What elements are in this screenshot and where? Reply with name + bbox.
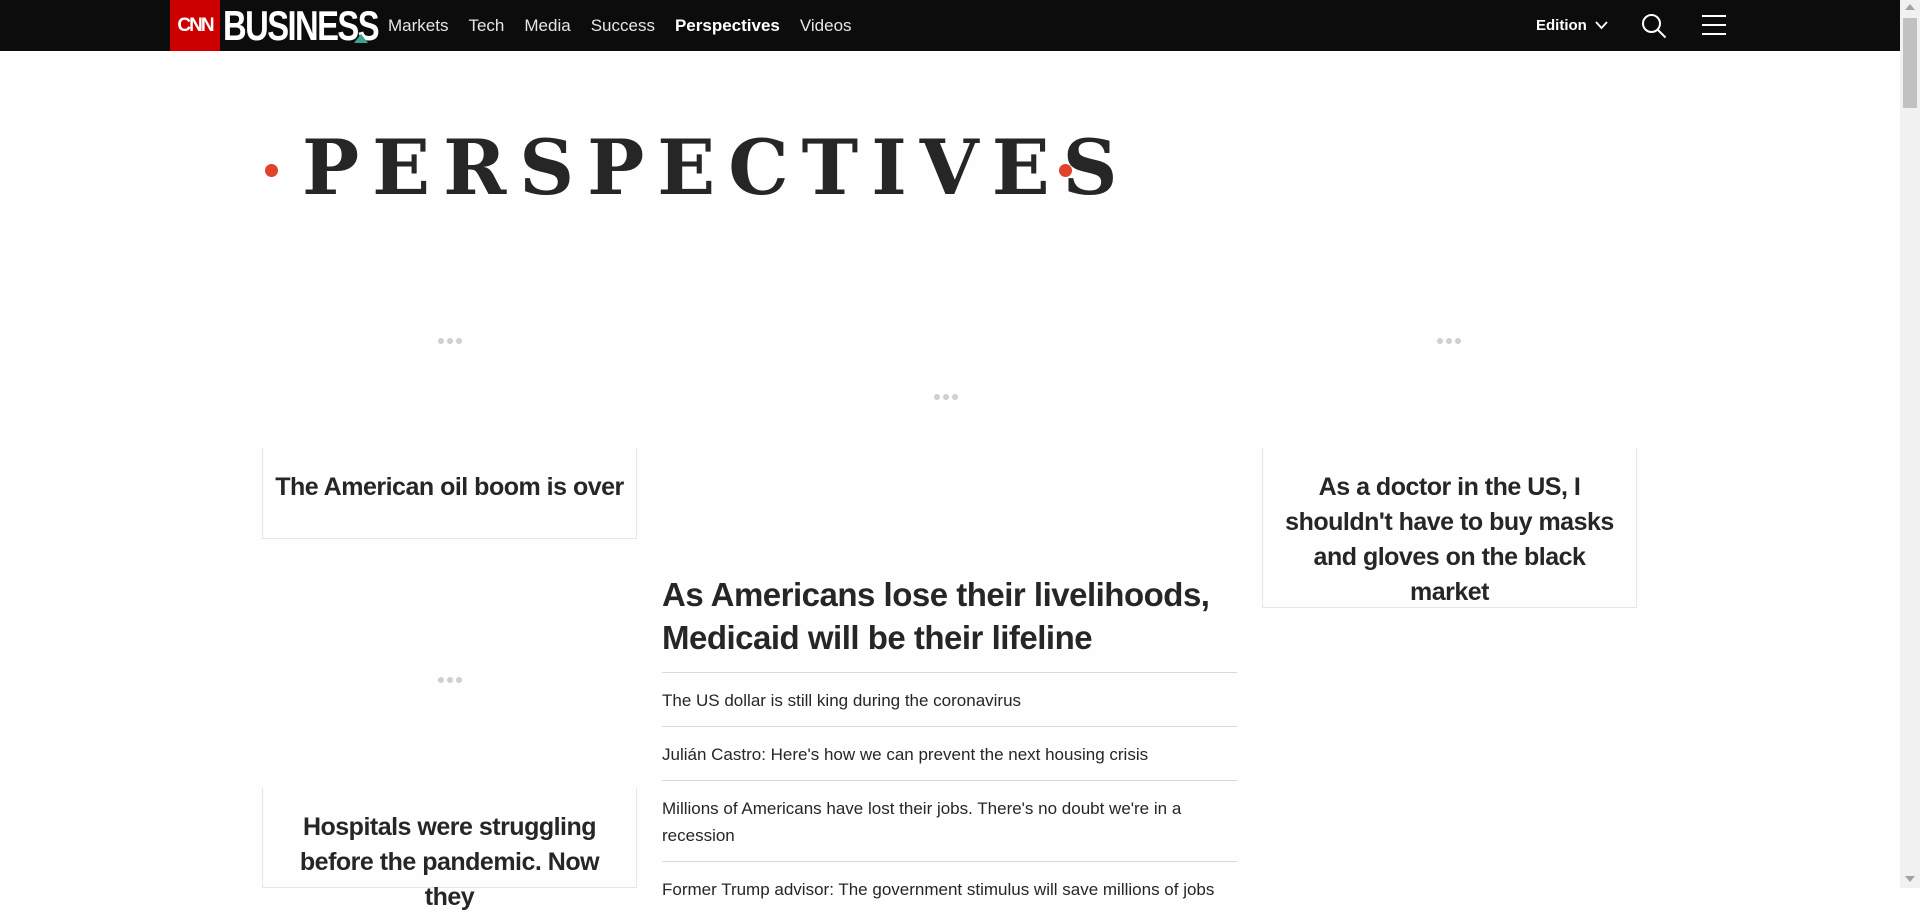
scrollbar-thumb[interactable]: [1903, 18, 1917, 108]
related-story-link[interactable]: Millions of Americans have lost their jo…: [662, 780, 1237, 861]
story-card-hospitals[interactable]: Hospitals were struggling before the pan…: [262, 788, 637, 911]
edition-label: Edition: [1536, 17, 1587, 34]
nav-videos[interactable]: Videos: [800, 16, 852, 36]
scroll-down-arrow-icon[interactable]: [1905, 876, 1915, 882]
main-headline[interactable]: As Americans lose their livelihoods, Med…: [662, 573, 1222, 659]
nav-success[interactable]: Success: [591, 16, 655, 36]
nav-perspectives[interactable]: Perspectives: [675, 16, 780, 36]
story-card-oil-boom[interactable]: The American oil boom is over: [262, 448, 637, 539]
story-title[interactable]: The American oil boom is over: [263, 470, 636, 505]
story-title[interactable]: Hospitals were struggling before the pan…: [275, 810, 624, 915]
cnn-logo[interactable]: CNN: [170, 0, 220, 51]
business-logo[interactable]: BUSINESS: [223, 0, 380, 51]
nav-media[interactable]: Media: [524, 16, 570, 36]
story-title[interactable]: As a doctor in the US, I shouldn't have …: [1275, 470, 1624, 610]
related-stories-list: The US dollar is still king during the c…: [662, 672, 1237, 915]
section-nav: Markets Tech Media Success Perspectives …: [388, 0, 872, 51]
hamburger-menu-icon[interactable]: [1702, 14, 1726, 36]
page-title: PERSPECTIVES: [302, 123, 1131, 212]
related-story-link[interactable]: Former Trump advisor: The government sti…: [662, 861, 1237, 915]
nav-tech[interactable]: Tech: [468, 16, 504, 36]
scroll-up-arrow-icon[interactable]: [1905, 4, 1915, 10]
nav-markets[interactable]: Markets: [388, 16, 448, 36]
search-icon[interactable]: [1641, 13, 1667, 39]
loading-indicator: [1437, 338, 1461, 344]
accent-dot-right: [1059, 164, 1072, 177]
loading-indicator: [438, 338, 462, 344]
top-nav-bar: CNN BUSINESS Markets Tech Media Success …: [0, 0, 1900, 51]
page-scrollbar[interactable]: [1900, 0, 1920, 888]
loading-indicator: [438, 677, 462, 683]
related-story-link[interactable]: The US dollar is still king during the c…: [662, 672, 1237, 726]
edition-selector[interactable]: Edition: [1536, 0, 1608, 51]
related-story-link[interactable]: Julián Castro: Here's how we can prevent…: [662, 726, 1237, 780]
brand-triangle-icon: [354, 34, 368, 43]
chevron-down-icon: [1595, 21, 1608, 30]
loading-indicator: [934, 394, 958, 400]
accent-dot-left: [265, 164, 278, 177]
story-card-doctor-masks[interactable]: As a doctor in the US, I shouldn't have …: [1262, 448, 1637, 608]
